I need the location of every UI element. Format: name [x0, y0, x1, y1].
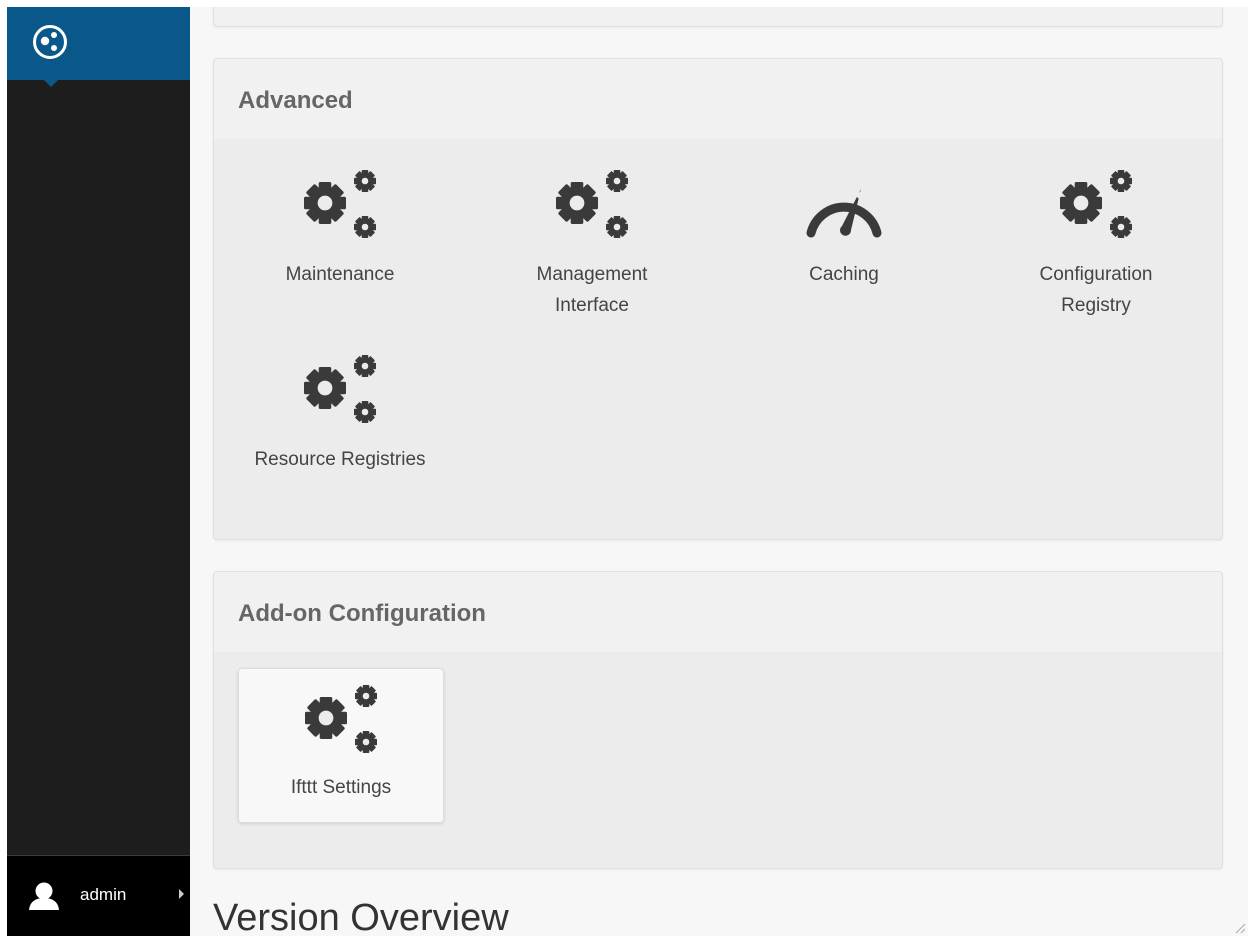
caching-tile[interactable]: Caching — [741, 169, 947, 290]
addon-configuration-panel: Add-on Configuration Ifttt Settings — [213, 571, 1223, 869]
previous-panel — [213, 7, 1223, 27]
dashboard-icon — [806, 189, 882, 238]
user-icon — [29, 882, 59, 910]
gears-icon — [298, 169, 382, 245]
addon-panel-title: Add-on Configuration — [214, 572, 1222, 652]
user-menu[interactable]: admin — [7, 855, 190, 936]
management-interface-tile[interactable]: Management Interface — [489, 169, 695, 321]
caching-label: Caching — [809, 264, 879, 285]
app-window: admin Advanced Maintenance Management In… — [7, 7, 1248, 936]
maintenance-label: Maintenance — [285, 264, 395, 285]
gears-icon — [550, 169, 634, 245]
ifttt-settings-tile[interactable]: Ifttt Settings — [238, 668, 444, 823]
advanced-panel: Advanced Maintenance Management Interfac… — [213, 58, 1223, 540]
management-interface-label: Management Interface — [536, 264, 648, 316]
configuration-registry-label: Configuration Registry — [1039, 264, 1153, 316]
maintenance-tile[interactable]: Maintenance — [237, 169, 443, 290]
main-content: Advanced Maintenance Management Interfac… — [190, 7, 1248, 936]
resize-grip-icon[interactable] — [1234, 922, 1246, 934]
gears-icon — [1054, 169, 1138, 245]
gears-icon — [298, 354, 382, 430]
configuration-registry-tile[interactable]: Configuration Registry — [993, 169, 1199, 321]
gears-icon — [299, 684, 383, 760]
version-overview-heading: Version Overview — [213, 897, 509, 936]
username-label: admin — [80, 885, 127, 904]
toolbar: admin — [7, 7, 190, 936]
plone-logo-icon — [33, 25, 67, 59]
advanced-panel-title: Advanced — [214, 59, 1222, 139]
resource-registries-label: Resource Registries — [254, 449, 426, 470]
resource-registries-tile[interactable]: Resource Registries — [237, 354, 443, 475]
plone-logo-button[interactable] — [7, 7, 190, 87]
caret-right-icon — [179, 889, 184, 899]
ifttt-settings-label: Ifttt Settings — [290, 777, 392, 798]
